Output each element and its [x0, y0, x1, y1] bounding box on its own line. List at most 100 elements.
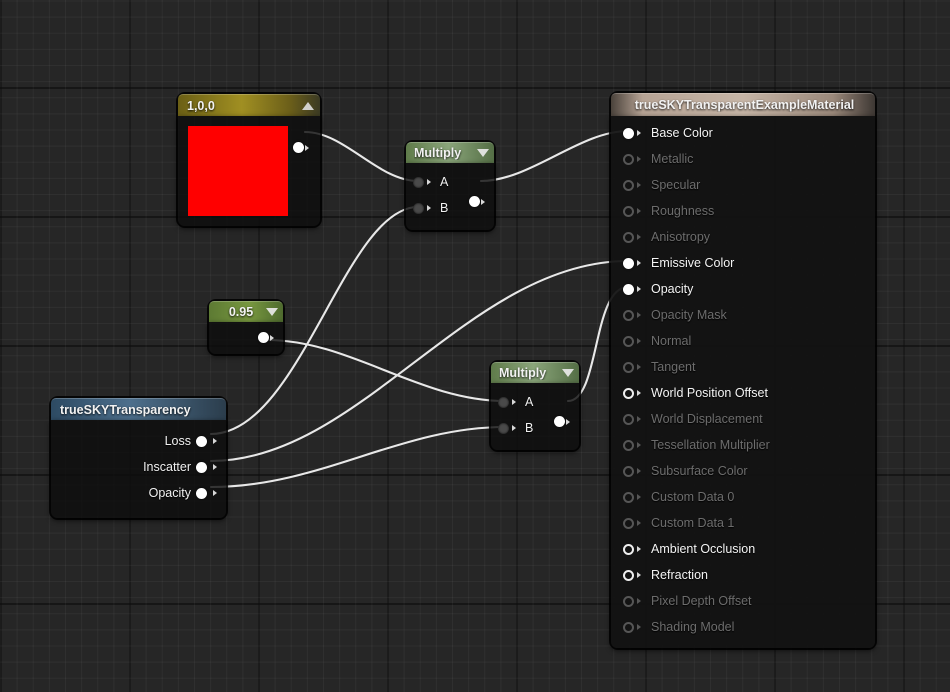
material-input-row[interactable]: Subsurface Color: [611, 458, 875, 484]
material-input-row[interactable]: Custom Data 1: [611, 510, 875, 536]
pin-dot-icon: [196, 461, 207, 473]
node-title-bar[interactable]: 0.95: [209, 301, 283, 322]
node-title-bar[interactable]: 1,0,0: [178, 94, 320, 116]
output-pin-multiply[interactable]: [554, 416, 570, 427]
material-input-label: Tangent: [651, 360, 696, 374]
material-input-label: Ambient Occlusion: [651, 542, 756, 556]
pin-arrow-icon: [213, 490, 217, 496]
pin-arrow-icon: [637, 364, 641, 370]
pin-arrow-icon: [270, 334, 274, 341]
node-title-bar[interactable]: Multiply: [406, 142, 494, 163]
pin-ring-icon: [623, 153, 634, 165]
node-title-bar[interactable]: trueSKYTransparentExampleMaterial: [611, 93, 875, 116]
node-multiply-1[interactable]: Multiply A B: [404, 140, 496, 232]
material-input-label: Metallic: [651, 152, 694, 166]
pin-arrow-icon: [637, 442, 641, 448]
pin-ring-icon: [623, 361, 634, 373]
input-pin-label: B: [525, 421, 534, 435]
output-pin-multiply[interactable]: [469, 196, 485, 207]
node-truesky-transparency[interactable]: trueSKYTransparency Loss Inscatter Opaci…: [49, 396, 228, 520]
pin-arrow-icon: [637, 416, 641, 422]
material-input-row[interactable]: Anisotropy: [611, 224, 875, 250]
pin-dot-icon: [293, 142, 304, 153]
pin-dot-icon: [413, 202, 424, 214]
material-input-row[interactable]: Ambient Occlusion: [611, 536, 875, 562]
material-input-row[interactable]: Base Color: [611, 120, 875, 146]
material-input-row[interactable]: World Displacement: [611, 406, 875, 432]
pin-dot-icon: [498, 396, 509, 408]
material-input-row[interactable]: Opacity: [611, 276, 875, 302]
node-title: trueSKYTransparentExampleMaterial: [634, 98, 855, 112]
node-title-bar[interactable]: Multiply: [491, 362, 579, 383]
material-input-label: Specular: [651, 178, 701, 192]
material-input-row[interactable]: Normal: [611, 328, 875, 354]
pin-arrow-icon: [637, 546, 641, 552]
material-input-row[interactable]: Opacity Mask: [611, 302, 875, 328]
material-input-row[interactable]: Refraction: [611, 562, 875, 588]
node-title: 1,0,0: [187, 98, 215, 113]
pin-arrow-icon: [637, 234, 641, 240]
pin-dot-icon: [196, 487, 207, 499]
node-body: Base Color Metallic Specular Roughness Aniso…: [611, 116, 875, 648]
material-input-label: Pixel Depth Offset: [651, 594, 752, 608]
pin-ring-icon: [623, 517, 634, 529]
material-input-label: World Position Offset: [651, 386, 768, 400]
output-pin-scalar[interactable]: [258, 332, 274, 343]
pin-arrow-icon: [637, 312, 641, 318]
color-swatch[interactable]: [188, 126, 288, 216]
material-input-row[interactable]: Tessellation Multiplier: [611, 432, 875, 458]
pin-dot-icon: [623, 283, 634, 295]
material-input-row[interactable]: Shading Model: [611, 614, 875, 640]
node-constant-color[interactable]: 1,0,0: [176, 92, 322, 228]
pin-arrow-icon: [213, 438, 217, 444]
input-pin-label: A: [525, 395, 534, 409]
pin-arrow-icon: [637, 260, 641, 266]
triangle-down-icon[interactable]: [266, 308, 278, 316]
pin-arrow-icon: [637, 468, 641, 474]
pin-dot-icon: [623, 257, 634, 269]
material-input-row[interactable]: Metallic: [611, 146, 875, 172]
input-pin-row-a[interactable]: A: [406, 169, 494, 195]
material-input-row[interactable]: Specular: [611, 172, 875, 198]
triangle-down-icon[interactable]: [477, 149, 489, 157]
input-pin-row-a[interactable]: A: [491, 389, 579, 415]
output-pin-row-opacity[interactable]: Opacity: [51, 480, 226, 506]
material-input-row[interactable]: Pixel Depth Offset: [611, 588, 875, 614]
pin-arrow-icon: [637, 156, 641, 162]
node-title-bar[interactable]: trueSKYTransparency: [51, 398, 226, 420]
pin-arrow-icon: [512, 399, 516, 405]
triangle-up-icon[interactable]: [302, 101, 314, 110]
pin-ring-icon: [623, 309, 634, 321]
material-input-label: Opacity: [651, 282, 694, 296]
node-body: A B: [491, 383, 579, 450]
pin-ring-icon: [623, 491, 634, 503]
output-pin-row-inscatter[interactable]: Inscatter: [51, 454, 226, 480]
material-input-label: Custom Data 1: [651, 516, 735, 530]
node-title: trueSKYTransparency: [60, 402, 191, 417]
node-scalar-constant[interactable]: 0.95: [207, 299, 285, 356]
material-input-row[interactable]: World Position Offset: [611, 380, 875, 406]
material-input-row[interactable]: Roughness: [611, 198, 875, 224]
material-input-label: Emissive Color: [651, 256, 735, 270]
pin-arrow-icon: [512, 425, 516, 431]
material-input-row[interactable]: Tangent: [611, 354, 875, 380]
pin-arrow-icon: [637, 182, 641, 188]
material-input-label: Tessellation Multiplier: [651, 438, 770, 452]
pin-arrow-icon: [305, 144, 309, 151]
pin-ring-icon: [623, 335, 634, 347]
pin-arrow-icon: [637, 494, 641, 500]
material-input-label: Anisotropy: [651, 230, 711, 244]
output-pin-constant[interactable]: [293, 142, 309, 153]
output-pin-row-loss[interactable]: Loss: [51, 428, 226, 454]
node-multiply-2[interactable]: Multiply A B: [489, 360, 581, 452]
node-material-output[interactable]: trueSKYTransparentExampleMaterial Base C…: [609, 91, 877, 650]
triangle-down-icon[interactable]: [562, 369, 574, 377]
output-pin-label: Inscatter: [143, 460, 191, 474]
material-input-label: Normal: [651, 334, 692, 348]
material-input-row[interactable]: Emissive Color: [611, 250, 875, 276]
material-input-row[interactable]: Custom Data 0: [611, 484, 875, 510]
material-graph-canvas[interactable]: 1,0,0 0.95 Multiply A B Multiply A B tru…: [0, 0, 950, 692]
pin-arrow-icon: [213, 464, 217, 470]
material-input-label: World Displacement: [651, 412, 763, 426]
pin-arrow-icon: [637, 520, 641, 526]
